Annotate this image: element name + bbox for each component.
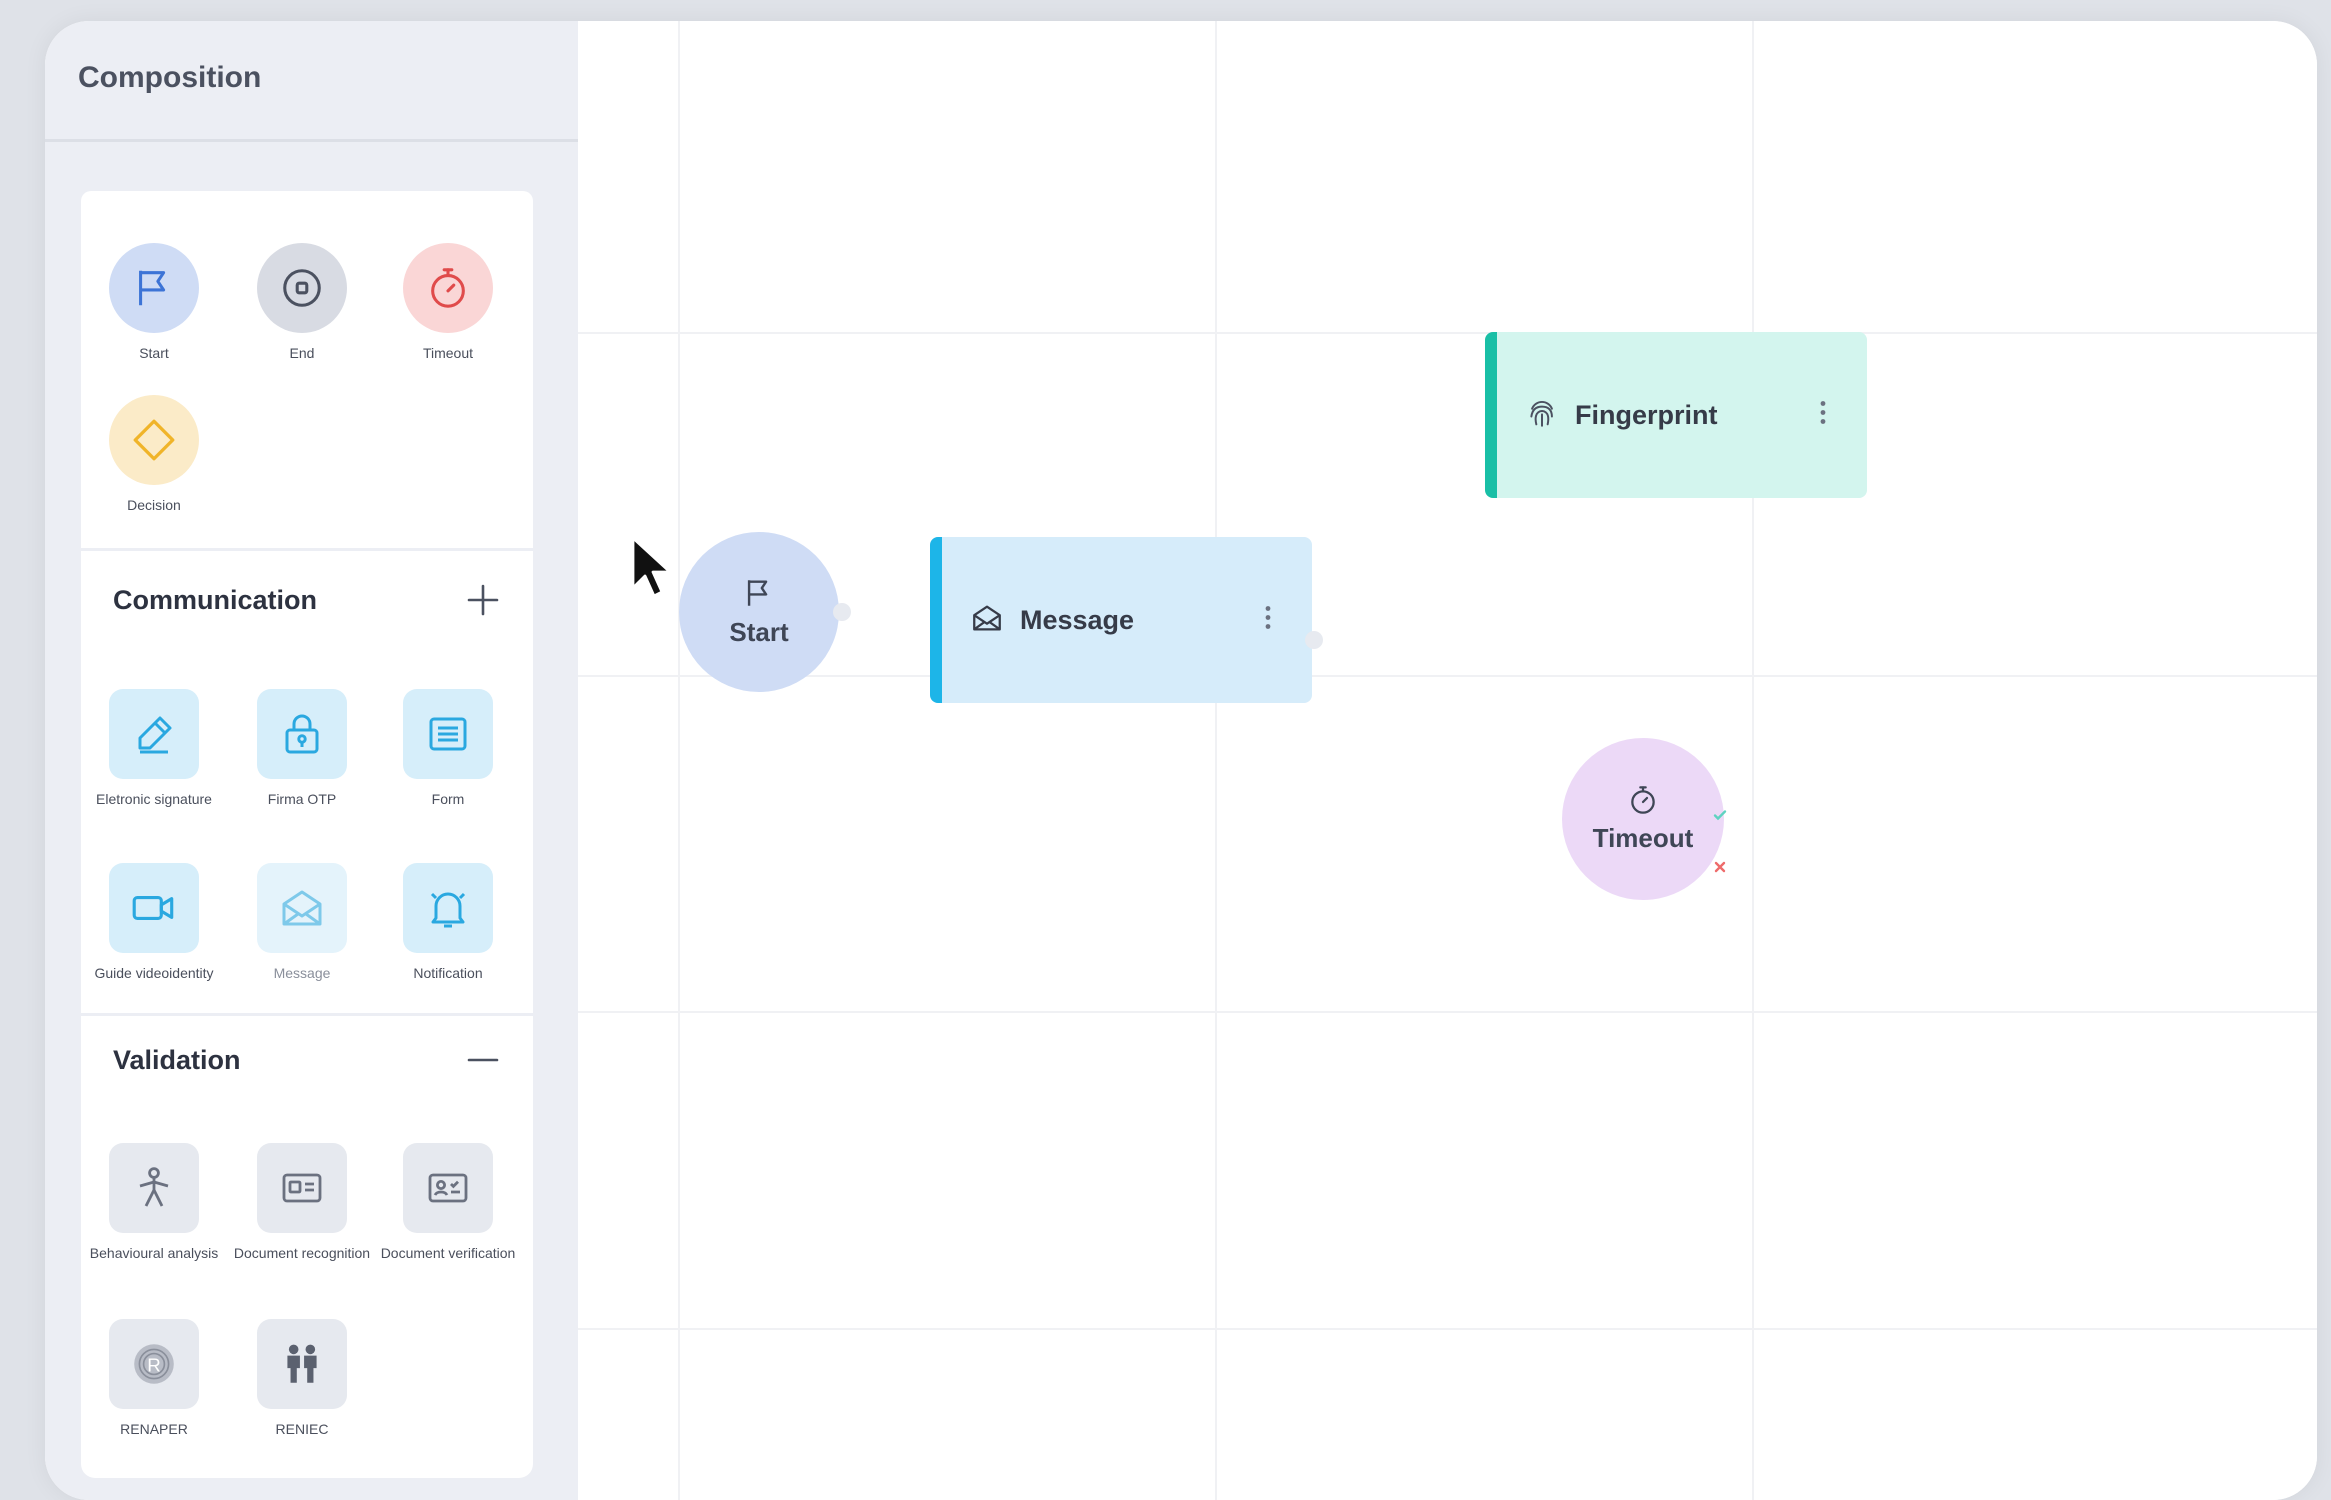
- tool-label: Guide videoidentity: [94, 965, 214, 981]
- tool-label: Form: [431, 791, 465, 807]
- node-label: Fingerprint: [1575, 399, 1718, 430]
- tool-label: RENAPER: [120, 1421, 188, 1437]
- fingerprint-icon: [1525, 396, 1559, 435]
- tool-label: Timeout: [422, 345, 474, 361]
- flow-canvas[interactable]: Start Message Fingerprint Timeout: [578, 21, 2317, 1500]
- tool-message[interactable]: Message: [232, 863, 372, 983]
- communication-section-header[interactable]: Communication: [81, 548, 533, 656]
- more-vertical-icon[interactable]: [1264, 605, 1272, 636]
- tool-label: Eletronic signature: [96, 791, 212, 807]
- node-timeout[interactable]: Timeout: [1562, 738, 1724, 900]
- tool-document-verification[interactable]: Document verification: [378, 1143, 518, 1263]
- tool-label: Behavioural analysis: [89, 1245, 219, 1261]
- id-card-check-icon: [403, 1143, 493, 1233]
- video-camera-icon: [109, 863, 199, 953]
- tool-timeout[interactable]: Timeout: [378, 243, 518, 363]
- node-label: Message: [1020, 604, 1135, 635]
- communication-title: Communication: [113, 585, 318, 615]
- grid-line: [678, 21, 680, 1500]
- node-fingerprint[interactable]: Fingerprint: [1485, 332, 1867, 498]
- tool-label: End: [289, 345, 315, 361]
- svg-text:R: R: [147, 1354, 161, 1375]
- grid-line: [1215, 21, 1217, 1500]
- sidebar-header: Composition: [45, 21, 578, 142]
- people-icon: [257, 1319, 347, 1409]
- expand-plus-icon[interactable]: [465, 582, 501, 618]
- bell-icon: [403, 863, 493, 953]
- grid-line: [578, 675, 2317, 677]
- diamond-icon: [109, 395, 199, 485]
- tool-document-recognition[interactable]: Document recognition: [232, 1143, 372, 1263]
- pen-icon: [109, 689, 199, 779]
- tool-eletronic-signature[interactable]: Eletronic signature: [84, 689, 224, 809]
- collapse-minus-icon[interactable]: [465, 1042, 501, 1078]
- tool-renaper[interactable]: R RENAPER: [84, 1319, 224, 1439]
- failure-port-x-icon[interactable]: [1712, 859, 1728, 880]
- tool-label: Notification: [413, 965, 483, 981]
- flag-icon: [742, 576, 776, 615]
- form-icon: [403, 689, 493, 779]
- node-output-port[interactable]: [833, 603, 851, 621]
- composition-sidebar: Composition Start End Timeout Decision C…: [45, 21, 578, 1500]
- tool-label: Document verification: [380, 1245, 516, 1261]
- stop-circle-icon: [257, 243, 347, 333]
- node-label: Timeout: [1592, 823, 1694, 853]
- tool-decision[interactable]: Decision: [84, 395, 224, 515]
- sidebar-title: Composition: [78, 61, 262, 94]
- id-card-icon: [257, 1143, 347, 1233]
- tool-label: Document recognition: [233, 1245, 371, 1261]
- grid-line: [578, 1011, 2317, 1013]
- tool-label: Message: [273, 965, 331, 981]
- tool-label: Firma OTP: [267, 791, 337, 807]
- node-content: Message: [970, 537, 1134, 703]
- grid-line: [578, 332, 2317, 334]
- stopwatch-icon: [403, 243, 493, 333]
- node-message[interactable]: Message: [930, 537, 1312, 703]
- tool-label: Decision: [127, 497, 181, 513]
- padlock-icon: [257, 689, 347, 779]
- more-vertical-icon[interactable]: [1819, 400, 1827, 431]
- validation-title: Validation: [113, 1045, 241, 1075]
- flag-icon: [109, 243, 199, 333]
- tool-guide-videoidentity[interactable]: Guide videoidentity: [84, 863, 224, 983]
- person-icon: [109, 1143, 199, 1233]
- success-port-check-icon[interactable]: [1712, 807, 1728, 828]
- tool-form[interactable]: Form: [378, 689, 518, 809]
- validation-section-header[interactable]: Validation: [81, 1013, 533, 1111]
- node-label: Start: [729, 617, 789, 647]
- envelope-icon: [257, 863, 347, 953]
- grid-line: [578, 1328, 2317, 1330]
- tool-end[interactable]: End: [232, 243, 372, 363]
- tool-notification[interactable]: Notification: [378, 863, 518, 983]
- grid-line: [1752, 21, 1754, 1500]
- envelope-icon: [970, 601, 1004, 640]
- communication-tools-panel: Eletronic signature Firma OTP Form Guide…: [81, 653, 533, 1013]
- tool-label: Start: [139, 345, 169, 361]
- basic-tools-panel: Start End Timeout Decision: [81, 191, 533, 548]
- tool-start[interactable]: Start: [84, 243, 224, 363]
- node-content: Fingerprint: [1525, 332, 1718, 498]
- tool-label: RENIEC: [275, 1421, 329, 1437]
- fingerprint-badge-icon: R: [109, 1319, 199, 1409]
- mouse-cursor-icon: [631, 536, 677, 607]
- app-window: Composition Start End Timeout Decision C…: [45, 21, 2317, 1500]
- validation-tools-panel: Behavioural analysis Document recognitio…: [81, 1108, 533, 1478]
- tool-reniec[interactable]: RENIEC: [232, 1319, 372, 1439]
- tool-behavioural-analysis[interactable]: Behavioural analysis: [84, 1143, 224, 1263]
- node-start[interactable]: Start: [679, 532, 839, 692]
- node-output-port[interactable]: [1305, 631, 1323, 649]
- stopwatch-icon: [1627, 784, 1659, 821]
- tool-firma-otp[interactable]: Firma OTP: [232, 689, 372, 809]
